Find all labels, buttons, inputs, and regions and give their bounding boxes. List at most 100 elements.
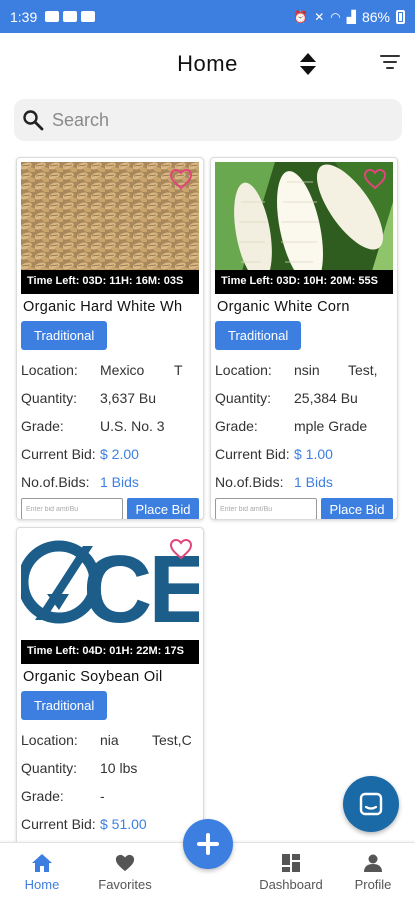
- search-input[interactable]: [52, 109, 382, 131]
- time-left: Time Left: 03D: 10H: 20M: 55S: [215, 270, 393, 294]
- current-bid-value: $ 2.00: [100, 446, 139, 462]
- chat-icon: [359, 792, 383, 816]
- nav-profile[interactable]: Profile: [350, 853, 396, 892]
- location-state: Test,: [348, 362, 378, 378]
- nav-home-label: Home: [24, 877, 60, 892]
- nav-dashboard[interactable]: Dashboard: [254, 853, 328, 892]
- alarm-icon: ⏰: [293, 9, 309, 24]
- quantity-value: 10 lbs: [100, 760, 138, 776]
- battery-icon: [396, 9, 405, 24]
- dashboard-icon: [282, 854, 300, 872]
- chat-button[interactable]: [343, 776, 399, 832]
- grade-value: U.S. No. 3: [100, 418, 165, 434]
- product-card[interactable]: Time Left: 03D: 10H: 20M: 55S Organic Wh…: [210, 157, 398, 520]
- search-bar[interactable]: [14, 99, 402, 141]
- status-bar: 1:39 ⏰ ✕ ◠ ▟ 86%: [0, 0, 415, 33]
- product-name: Organic Hard White Wh: [23, 299, 183, 315]
- plus-icon: [197, 833, 219, 855]
- favorite-heart-icon[interactable]: [363, 168, 387, 190]
- current-bid-value: $ 51.00: [100, 816, 147, 832]
- quantity-row: Quantity: 10 lbs: [17, 760, 203, 776]
- product-image: Time Left: 03D: 11H: 16M: 03S: [21, 162, 199, 294]
- product-card[interactable]: CE Time Left: 04D: 01H: 22M: 17S Organic…: [16, 527, 204, 847]
- product-image: CE Time Left: 04D: 01H: 22M: 17S: [21, 532, 199, 664]
- favorite-heart-icon[interactable]: [169, 168, 193, 190]
- bids-row: No.of.Bids: 1 Bids: [211, 474, 397, 490]
- bids-row: No.of.Bids: 1 Bids: [17, 474, 203, 490]
- person-icon: [364, 854, 382, 872]
- bid-amount-input[interactable]: [215, 498, 317, 519]
- location-row: Location: Mexico T: [17, 362, 203, 378]
- traditional-badge[interactable]: Traditional: [215, 321, 302, 350]
- bids-label: No.of.Bids:: [21, 474, 90, 490]
- grade-row: Grade: -: [17, 788, 203, 804]
- location-label: Location:: [21, 362, 78, 378]
- filter-icon[interactable]: [380, 55, 400, 71]
- location-city: Mexico: [100, 362, 145, 378]
- location-label: Location:: [215, 362, 272, 378]
- mute-icon: ✕: [314, 9, 325, 24]
- app-header: Home: [0, 33, 415, 93]
- grade-label: Grade:: [21, 418, 64, 434]
- current-bid-value: $ 1.00: [294, 446, 333, 462]
- bid-controls: Place Bid: [211, 490, 397, 519]
- current-bid-row: Current Bid: $ 51.00: [17, 816, 203, 832]
- nav-favorites-label: Favorites: [98, 877, 152, 892]
- sort-icon[interactable]: [299, 52, 317, 76]
- location-state: T: [174, 362, 183, 378]
- quantity-value: 3,637 Bu: [100, 390, 157, 406]
- quantity-label: Quantity:: [215, 390, 272, 406]
- search-icon: [23, 110, 44, 131]
- favorite-heart-icon[interactable]: [169, 538, 193, 560]
- place-bid-button[interactable]: Place Bid: [321, 498, 393, 519]
- traditional-badge[interactable]: Traditional: [21, 321, 108, 350]
- quantity-row: Quantity: 25,384 Bu: [211, 390, 397, 406]
- bid-amount-input[interactable]: [21, 498, 123, 519]
- grade-label: Grade:: [21, 788, 64, 804]
- grade-row: Grade: mple Grade: [211, 418, 397, 434]
- quantity-row: Quantity: 3,637 Bu: [17, 390, 203, 406]
- nav-favorites[interactable]: Favorites: [94, 853, 156, 892]
- current-bid-label: Current Bid:: [215, 446, 290, 462]
- time-left: Time Left: 04D: 01H: 22M: 17S: [21, 640, 199, 664]
- wifi-icon: ◠: [330, 9, 341, 24]
- heart-icon: [115, 854, 135, 872]
- location-state: Test,C: [152, 732, 192, 748]
- grade-label: Grade:: [215, 418, 258, 434]
- current-bid-row: Current Bid: $ 2.00: [17, 446, 203, 462]
- bids-label: No.of.Bids:: [215, 474, 284, 490]
- signal-icon: ▟: [346, 9, 356, 24]
- youtube-icon: [63, 11, 78, 22]
- current-bid-label: Current Bid:: [21, 446, 96, 462]
- location-row: Location: nsin Test,: [211, 362, 397, 378]
- traditional-badge[interactable]: Traditional: [21, 691, 108, 720]
- bids-count[interactable]: 1 Bids: [294, 474, 333, 490]
- product-card[interactable]: Time Left: 03D: 11H: 16M: 03S Organic Ha…: [16, 157, 204, 520]
- page-title: Home: [177, 51, 238, 76]
- image-icon: [81, 11, 96, 22]
- grade-value: -: [100, 788, 105, 804]
- quantity-label: Quantity:: [21, 760, 78, 776]
- product-name: Organic Soybean Oil: [23, 669, 163, 685]
- time-left: Time Left: 03D: 11H: 16M: 03S: [21, 270, 199, 294]
- product-image: Time Left: 03D: 10H: 20M: 55S: [215, 162, 393, 294]
- nav-profile-label: Profile: [354, 877, 392, 892]
- home-icon: [32, 854, 52, 872]
- location-row: Location: nia Test,C: [17, 732, 203, 748]
- current-bid-label: Current Bid:: [21, 816, 96, 832]
- place-bid-button[interactable]: Place Bid: [127, 498, 199, 519]
- bid-controls: Place Bid: [17, 490, 203, 519]
- location-city: nia: [100, 732, 119, 748]
- youtube-icon: [45, 11, 60, 22]
- add-listing-button[interactable]: [183, 819, 233, 869]
- notification-icons: [45, 11, 96, 22]
- grade-row: Grade: U.S. No. 3: [17, 418, 203, 434]
- location-label: Location:: [21, 732, 78, 748]
- grade-value: mple Grade: [294, 418, 368, 434]
- quantity-label: Quantity:: [21, 390, 78, 406]
- battery-percent: 86%: [361, 8, 390, 25]
- nav-dashboard-label: Dashboard: [259, 877, 323, 892]
- bids-count[interactable]: 1 Bids: [100, 474, 139, 490]
- nav-home[interactable]: Home: [22, 853, 62, 892]
- product-name: Organic White Corn: [217, 299, 350, 315]
